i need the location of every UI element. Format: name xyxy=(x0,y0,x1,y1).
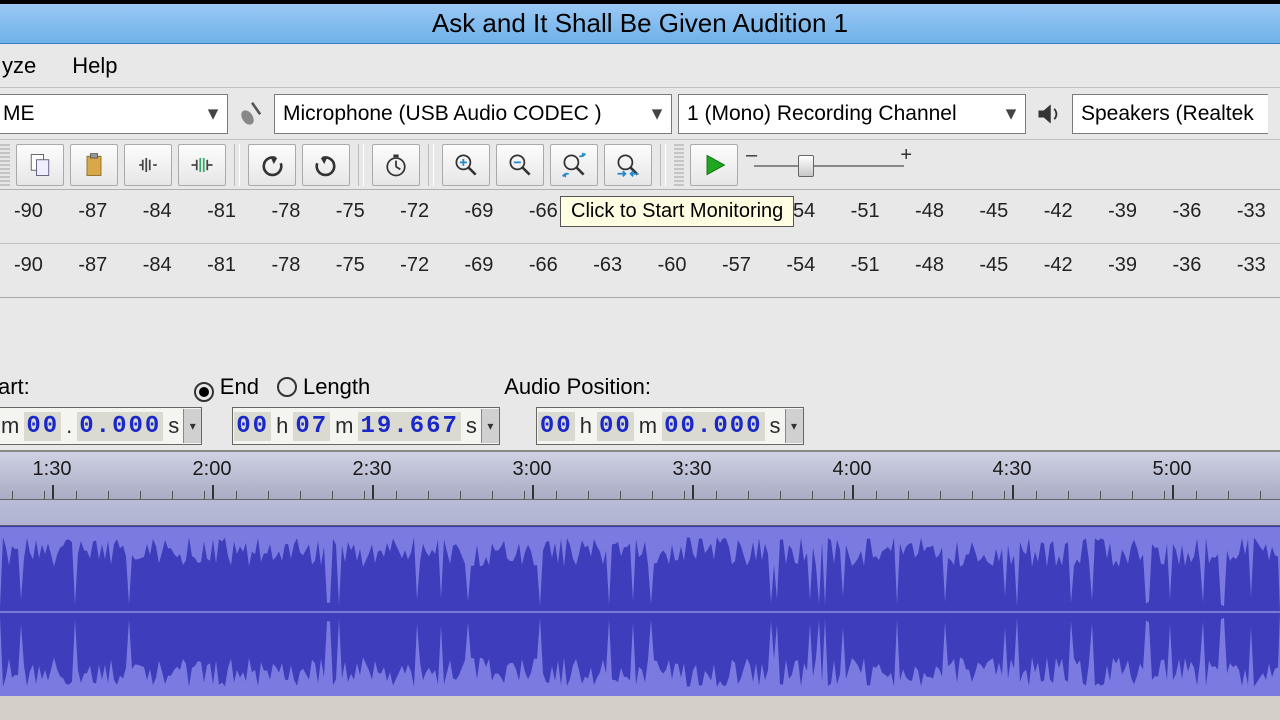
selection-start-label: art: xyxy=(0,374,30,400)
recording-device-combo[interactable]: Microphone (USB Audio CODEC ) ▾ xyxy=(274,94,672,134)
recording-meter[interactable]: -90-87-84-81-78-75-72-69-66-63-60-57-54-… xyxy=(0,190,1280,244)
slider-thumb[interactable] xyxy=(798,155,814,177)
menu-bar: yze Help xyxy=(0,44,1280,88)
dropdown-arrow-icon: ▾ xyxy=(203,101,223,126)
audio-position-label: Audio Position: xyxy=(504,374,651,400)
track-header-strip xyxy=(0,500,1280,526)
toolbar-separator xyxy=(358,144,364,186)
dropdown-arrow-icon: ▾ xyxy=(1001,101,1021,126)
selection-end-radio[interactable]: End xyxy=(194,374,259,400)
plus-icon: + xyxy=(900,144,912,167)
playback-device-value: Speakers (Realtek xyxy=(1081,102,1254,126)
zoom-in-button[interactable] xyxy=(442,144,490,186)
dropdown-arrow-icon[interactable]: ▾ xyxy=(481,409,499,443)
toolbar-separator xyxy=(234,144,240,186)
recording-device-value: Microphone (USB Audio CODEC ) xyxy=(283,102,602,126)
window-title: Ask and It Shall Be Given Audition 1 xyxy=(432,8,848,39)
fit-selection-button[interactable] xyxy=(550,144,598,186)
play-at-speed-button[interactable] xyxy=(690,144,738,186)
trim-button[interactable] xyxy=(124,144,172,186)
selection-length-radio[interactable]: Length xyxy=(277,374,370,400)
time-fields-bar: m 00 . 0.000 s ▾ 00 h 07 m 19.667 s ▾ 00… xyxy=(0,402,1280,452)
toolbar-separator xyxy=(428,144,434,186)
speaker-icon xyxy=(1032,97,1066,131)
redo-button[interactable] xyxy=(302,144,350,186)
dropdown-arrow-icon[interactable]: ▾ xyxy=(183,409,201,443)
playback-device-combo[interactable]: Speakers (Realtek xyxy=(1072,94,1268,134)
audio-host-value: ME xyxy=(3,102,35,126)
menu-analyze[interactable]: yze xyxy=(0,49,42,83)
start-monitoring-tooltip: Click to Start Monitoring xyxy=(560,196,794,227)
selection-start-field[interactable]: m 00 . 0.000 s ▾ xyxy=(0,407,202,445)
toolbar-separator xyxy=(660,144,666,186)
dropdown-arrow-icon[interactable]: ▾ xyxy=(785,409,803,443)
zoom-out-button[interactable] xyxy=(496,144,544,186)
playback-meter[interactable]: -90-87-84-81-78-75-72-69-66-63-60-57-54-… xyxy=(0,244,1280,298)
minus-icon: – xyxy=(746,144,757,167)
selection-end-field[interactable]: 00 h 07 m 19.667 s ▾ xyxy=(232,407,500,445)
recording-channels-value: 1 (Mono) Recording Channel xyxy=(687,102,957,126)
undo-button[interactable] xyxy=(248,144,296,186)
selection-bar: art: End Length Audio Position: xyxy=(0,362,1280,402)
dropdown-arrow-icon: ▾ xyxy=(647,101,667,126)
window-title-bar: Ask and It Shall Be Given Audition 1 xyxy=(0,4,1280,44)
timeline-ruler[interactable]: 1:302:002:303:003:304:004:305:00 xyxy=(0,452,1280,500)
audio-position-field[interactable]: 00 h 00 m 00.000 s ▾ xyxy=(536,407,804,445)
audio-host-combo[interactable]: ME ▾ xyxy=(0,94,228,134)
menu-help[interactable]: Help xyxy=(66,49,123,83)
recording-channels-combo[interactable]: 1 (Mono) Recording Channel ▾ xyxy=(678,94,1026,134)
paste-button[interactable] xyxy=(70,144,118,186)
toolbar-grip[interactable] xyxy=(674,144,684,186)
copy-button[interactable] xyxy=(16,144,64,186)
edit-toolbar: – + xyxy=(0,140,1280,190)
toolbar-grip[interactable] xyxy=(0,144,10,186)
playback-speed-slider[interactable]: – + xyxy=(744,150,914,180)
device-toolbar: ME ▾ Microphone (USB Audio CODEC ) ▾ 1 (… xyxy=(0,88,1280,140)
timer-record-button[interactable] xyxy=(372,144,420,186)
fit-project-button[interactable] xyxy=(604,144,652,186)
audio-waveform[interactable] xyxy=(0,526,1280,696)
silence-button[interactable] xyxy=(178,144,226,186)
microphone-icon xyxy=(234,97,268,131)
